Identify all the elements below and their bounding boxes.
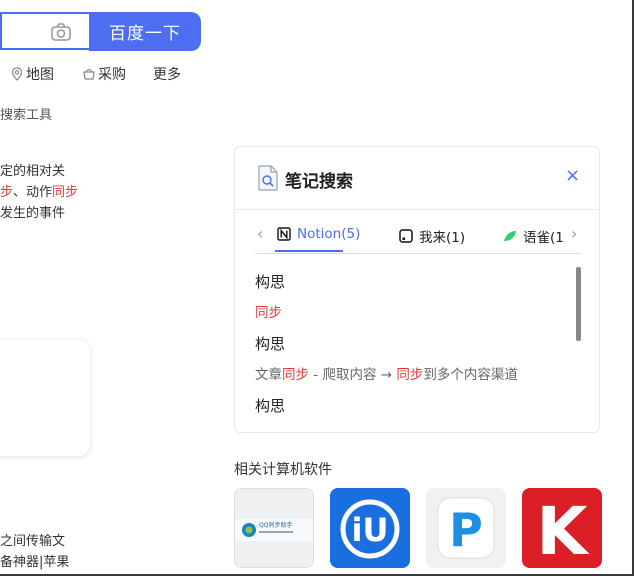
notion-icon	[277, 227, 291, 241]
nav-more-label: 更多	[153, 67, 181, 83]
desc-text: 到多个内容渠道	[423, 367, 518, 383]
app-tile-qq-sync[interactable]: QQ同步助手	[234, 488, 314, 568]
chevron-left-icon[interactable]: ‹	[257, 224, 263, 243]
note-result-title[interactable]: 构思	[255, 333, 285, 354]
iu-logo: iU	[330, 488, 410, 568]
chevron-right-icon[interactable]: ›	[571, 224, 577, 243]
tab-yuque-label: 语雀(1	[523, 230, 564, 246]
note-card-title: 笔记搜索	[285, 172, 353, 192]
snippet-line-2: 步、动作同步	[0, 183, 78, 203]
nav-more[interactable]: 更多	[153, 64, 181, 84]
desc-text: 文章	[255, 367, 282, 383]
wolai-icon	[399, 229, 413, 243]
nav-purchase-label: 采购	[98, 67, 126, 83]
note-search-icon	[258, 165, 278, 191]
note-result-desc: 文章同步 - 爬取内容 → 同步到多个内容渠道	[255, 363, 518, 383]
note-result-desc: 同步	[255, 301, 282, 321]
snippet-highlight: 同步	[52, 185, 79, 200]
note-card-header: 笔记搜索 ×	[235, 147, 599, 210]
snippet-bottom-line-1: 之间传输文	[0, 534, 66, 549]
nav-purchase[interactable]: 采购	[82, 64, 126, 84]
related-software-title: 相关计算机软件	[234, 462, 332, 478]
app-tile-k[interactable]: K	[522, 488, 602, 568]
snippet-text: 、动作	[13, 185, 53, 200]
p-logo-text: P	[449, 503, 483, 557]
k-logo: K	[522, 488, 602, 568]
app-tile-iu[interactable]: iU	[330, 488, 410, 568]
search-button[interactable]: 百度一下	[89, 12, 201, 51]
highlight-text: 同步	[255, 305, 282, 321]
note-search-card: 笔记搜索 × ‹ Notion(5) 我来(1) 语雀(1 › 构思 同步 构思…	[234, 146, 600, 433]
qq-sync-caption: QQ同步助手	[259, 521, 292, 529]
tab-yuque[interactable]: 语雀(1	[503, 226, 564, 246]
desc-text: - 爬取内容 →	[309, 367, 397, 383]
close-icon[interactable]: ×	[565, 165, 580, 186]
app-tile-p[interactable]: P	[426, 488, 506, 568]
tab-notion[interactable]: Notion(5)	[277, 226, 360, 242]
nav-map-label: 地图	[26, 67, 54, 83]
tab-wolai[interactable]: 我来(1)	[399, 226, 465, 246]
results-scrollbar[interactable]	[576, 267, 581, 341]
highlight-text: 同步	[282, 367, 309, 383]
shopping-basket-icon	[83, 69, 95, 80]
note-tabs: ‹ Notion(5) 我来(1) 语雀(1 ›	[235, 210, 599, 256]
yuque-icon	[504, 231, 516, 241]
note-result-title[interactable]: 构思	[255, 395, 285, 416]
map-icon	[11, 67, 23, 81]
tabs-divider	[255, 253, 581, 254]
snippet-line-3: 发生的事件	[0, 206, 66, 221]
result-card[interactable]	[0, 340, 90, 456]
highlight-text: 同步	[396, 367, 424, 383]
active-tab-indicator	[275, 250, 343, 252]
search-input[interactable]	[0, 12, 91, 50]
iu-logo-text: iU	[352, 511, 389, 549]
camera-icon[interactable]	[50, 22, 72, 42]
search-tools-link[interactable]: 搜索工具	[0, 104, 52, 123]
tab-notion-label: Notion(5)	[297, 226, 361, 242]
qq-sync-logo: QQ同步助手	[235, 489, 313, 567]
snippet-highlight: 步	[0, 185, 14, 200]
nav-map[interactable]: 地图	[10, 64, 54, 84]
note-result-title[interactable]: 构思	[255, 271, 285, 292]
p-logo: P	[426, 488, 506, 568]
snippet-bottom-line-2: 备神器|苹果	[0, 555, 70, 570]
snippet-line-1: 定的相对关	[0, 164, 66, 179]
tab-wolai-label: 我来(1)	[419, 230, 466, 246]
k-logo-text: K	[536, 493, 590, 568]
